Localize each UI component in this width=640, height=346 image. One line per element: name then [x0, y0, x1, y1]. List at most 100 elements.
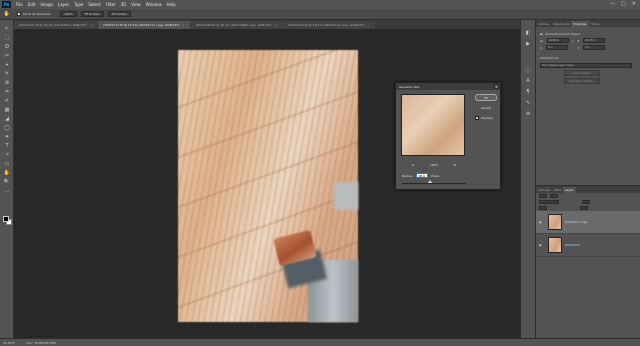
- shape-tool-icon[interactable]: ▭: [3, 161, 11, 167]
- dodge-tool-icon[interactable]: ◯: [3, 125, 11, 131]
- menu-select[interactable]: Select: [88, 2, 100, 7]
- history-panel-icon[interactable]: ◧: [524, 30, 532, 36]
- edit-contents-button[interactable]: Edit Contents: [564, 70, 600, 76]
- layer-thumbnail: [548, 214, 562, 230]
- blur-preview-box[interactable]: [401, 94, 465, 156]
- document-tab[interactable]: DSCF1689.tif @ 16.7% (DSCF1689 copy, RGB…: [190, 21, 283, 29]
- close-tab-icon[interactable]: ×: [367, 23, 370, 27]
- actions-panel-icon[interactable]: ▶: [524, 41, 532, 47]
- character-panel-icon[interactable]: A: [524, 78, 532, 84]
- preview-checkbox[interactable]: ✓: [475, 116, 479, 120]
- minimize-button[interactable]: —: [610, 1, 615, 7]
- close-window-button[interactable]: ✕: [632, 1, 636, 7]
- layer-comp-select[interactable]: Don't Apply Layer Comp: [540, 63, 632, 68]
- menu-edit[interactable]: Edit: [28, 2, 36, 7]
- properties-panel-tabs: Libraries Adjustments Properties History: [536, 20, 640, 27]
- paragraph-panel-icon[interactable]: ¶: [524, 89, 532, 95]
- menu-type[interactable]: Type: [74, 2, 83, 7]
- zoom-in-icon[interactable]: ⊕: [453, 163, 456, 167]
- maximize-button[interactable]: □: [621, 1, 626, 7]
- eyedropper-tool-icon[interactable]: ⌖: [3, 62, 11, 68]
- type-tool-icon[interactable]: T: [3, 143, 11, 149]
- layer-row[interactable]: ◉ DSCF2171: [536, 234, 640, 257]
- blend-mode-select[interactable]: [539, 200, 559, 204]
- lasso-tool-icon[interactable]: ʘ: [3, 44, 11, 50]
- menu-image[interactable]: Image: [40, 2, 53, 7]
- menu-window[interactable]: Window: [146, 2, 162, 7]
- more-tools-icon[interactable]: …: [3, 188, 11, 194]
- layers-panel: Channels Paths Layers ◉ DSCF2171 copy ◉ …: [536, 185, 640, 338]
- fit-screen-button[interactable]: Fit Screen: [80, 11, 104, 17]
- link-icon[interactable]: ∞: [572, 39, 574, 43]
- layer-row[interactable]: ◉ DSCF2171 copy: [536, 211, 640, 234]
- close-tab-icon[interactable]: ×: [90, 23, 93, 27]
- zoom-tool-icon[interactable]: 🔍: [3, 179, 11, 185]
- radius-slider-thumb[interactable]: [428, 180, 432, 183]
- brush-panel-icon[interactable]: ✎: [524, 100, 532, 106]
- radius-slider-track[interactable]: [402, 183, 466, 184]
- hand-tool-icon[interactable]: ✋: [3, 11, 11, 17]
- width-label: W:: [540, 38, 544, 43]
- foreground-color-swatch[interactable]: [3, 216, 9, 222]
- healing-brush-tool-icon[interactable]: ✎: [3, 71, 11, 77]
- scroll-all-windows-checkbox[interactable]: [17, 12, 21, 16]
- menu-filter[interactable]: Filter: [106, 2, 116, 7]
- clone-source-panel-icon[interactable]: ⊕: [524, 111, 532, 117]
- tab-libraries[interactable]: Libraries: [536, 21, 551, 27]
- menu-help[interactable]: Help: [166, 2, 175, 7]
- document-tab-active[interactable]: DSCF2171.tif @ 16.7% (DSCF2171 copy, RGB…: [98, 21, 190, 29]
- document-tab[interactable]: DSCF2171.tif @ 16.7% (DSCF2621, RGB/16*)…: [14, 21, 98, 29]
- layer-filter-icons[interactable]: [550, 194, 558, 198]
- width-field[interactable]: 16.88 in: [546, 38, 569, 43]
- tab-paths[interactable]: Paths: [552, 187, 563, 193]
- menu-3d[interactable]: 3D: [121, 2, 127, 7]
- tab-properties[interactable]: Properties: [571, 21, 589, 27]
- tab-layers[interactable]: Layers: [563, 187, 576, 193]
- menu-layer[interactable]: Layer: [58, 2, 69, 7]
- layer-kind-filter[interactable]: [539, 194, 547, 198]
- eraser-tool-icon[interactable]: ▦: [3, 107, 11, 113]
- visibility-eye-icon[interactable]: ◉: [539, 220, 544, 224]
- hand-tool-icon[interactable]: ✋: [3, 170, 11, 176]
- radius-label: Radius:: [402, 173, 414, 178]
- pen-tool-icon[interactable]: ✦: [3, 134, 11, 140]
- smart-object-label: Embedded Smart Object: [545, 31, 581, 36]
- zoom-out-icon[interactable]: ⊖: [412, 163, 415, 167]
- close-tab-icon[interactable]: ×: [182, 23, 185, 27]
- visibility-eye-icon[interactable]: ◉: [539, 243, 544, 247]
- opacity-field[interactable]: [582, 200, 590, 204]
- status-doc-info[interactable]: Doc: 76.9M/153.8M: [26, 341, 55, 345]
- brush-tool-icon[interactable]: ✐: [3, 98, 11, 104]
- dialog-close-button[interactable]: x: [494, 84, 499, 89]
- filename-row: DSCF2171.tif: [540, 54, 636, 61]
- move-tool-icon[interactable]: ↖: [3, 26, 11, 32]
- radius-input[interactable]: 18.4: [416, 173, 429, 178]
- menu-view[interactable]: View: [131, 2, 141, 7]
- menu-file[interactable]: File: [16, 2, 23, 7]
- zoom-100-button[interactable]: 100%: [60, 11, 77, 17]
- path-selection-tool-icon[interactable]: ↗: [3, 152, 11, 158]
- tab-channels[interactable]: Channels: [536, 187, 552, 193]
- info-panel-icon[interactable]: ⓘ: [524, 67, 532, 74]
- history-brush-tool-icon[interactable]: ♒: [3, 89, 11, 95]
- close-tab-icon[interactable]: ×: [275, 23, 278, 27]
- tab-history[interactable]: History: [589, 21, 602, 27]
- document-tab[interactable]: DSCF0223.tif @ 16.7% (DSCF0223 copy, RGB…: [283, 21, 375, 29]
- marquee-tool-icon[interactable]: ⬚: [3, 35, 11, 41]
- height-field[interactable]: 25.33 in: [582, 38, 605, 43]
- x-field[interactable]: 0 in: [545, 45, 568, 50]
- y-field[interactable]: 0 in: [583, 45, 606, 50]
- y-label: Y:: [577, 45, 581, 50]
- tab-adjustments[interactable]: Adjustments: [551, 21, 571, 27]
- crop-tool-icon[interactable]: ✂: [3, 53, 11, 59]
- status-zoom[interactable]: 16.67%: [3, 341, 14, 345]
- fill-screen-button[interactable]: Fill Screen: [107, 11, 131, 17]
- ok-button[interactable]: OK: [475, 94, 497, 101]
- cancel-button[interactable]: Cancel: [475, 104, 497, 111]
- clone-stamp-tool-icon[interactable]: ⊕: [3, 80, 11, 86]
- dialog-title-bar[interactable]: Gaussian Blur x: [396, 83, 500, 90]
- gradient-tool-icon[interactable]: ◢: [3, 116, 11, 122]
- lock-icons[interactable]: [539, 206, 547, 210]
- fill-field[interactable]: [580, 206, 588, 210]
- convert-to-linked-button[interactable]: Convert to Linked...: [564, 78, 600, 84]
